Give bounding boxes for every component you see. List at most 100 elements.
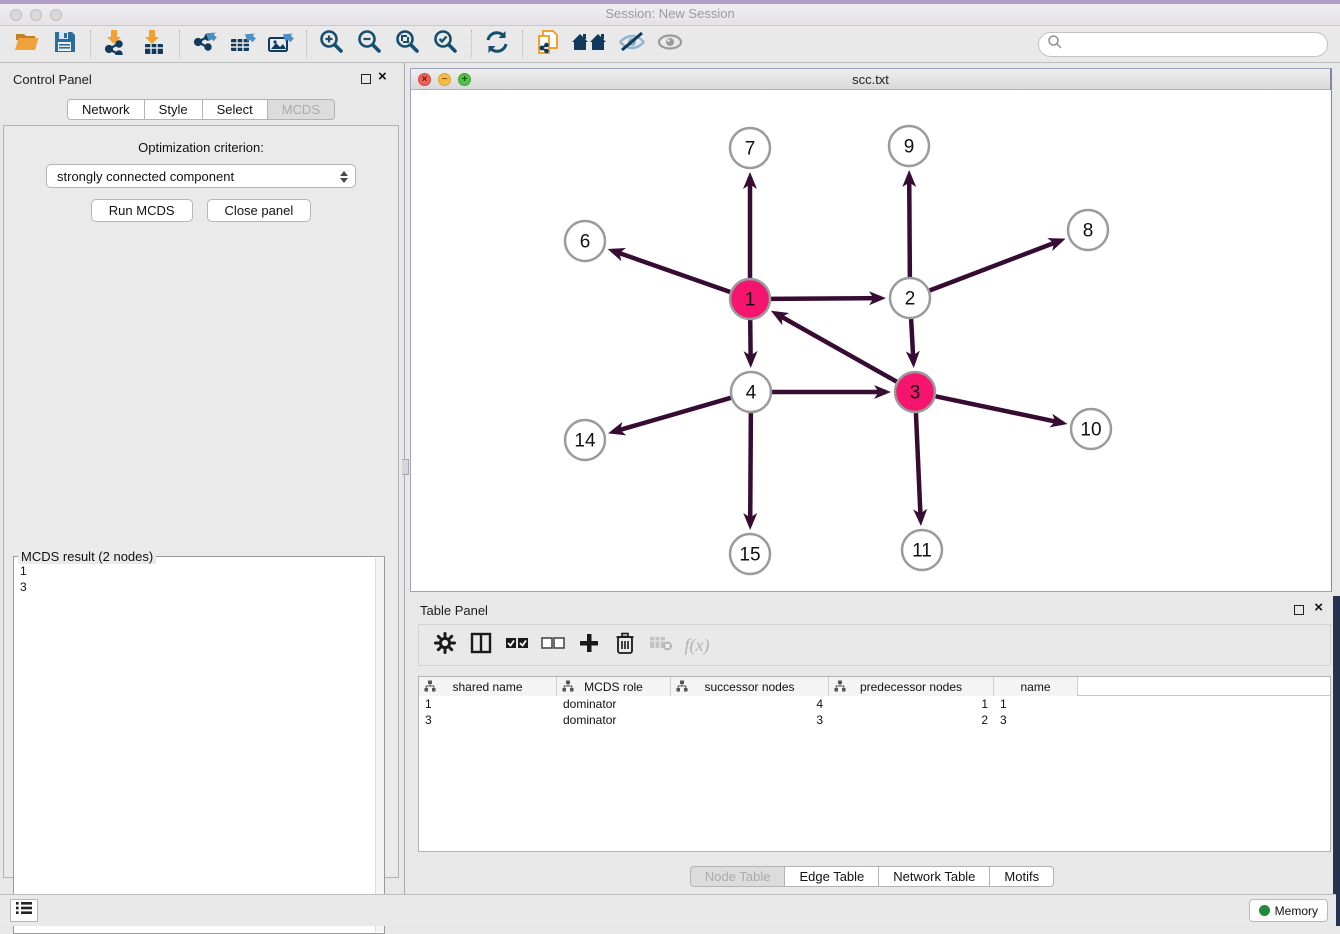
- graph-edge-2-8[interactable]: [930, 240, 1061, 290]
- cell-successor-nodes[interactable]: 4: [671, 696, 829, 712]
- stepper-icon: [337, 168, 350, 185]
- open-session-button[interactable]: [8, 28, 46, 60]
- graph-edge-1-6[interactable]: [612, 251, 730, 292]
- cell-mcds-role[interactable]: dominator: [557, 712, 671, 728]
- search-input[interactable]: [1063, 34, 1327, 54]
- home-button[interactable]: [567, 28, 613, 60]
- zoom-fit-button[interactable]: [389, 28, 427, 60]
- table-row[interactable]: 1 dominator 4 1 1: [419, 696, 1330, 712]
- tab-style[interactable]: Style: [145, 99, 203, 120]
- session-title: Session: New Session: [0, 6, 1340, 21]
- delete-column-button[interactable]: [607, 628, 643, 662]
- run-mcds-button[interactable]: Run MCDS: [91, 199, 193, 222]
- float-panel-icon[interactable]: [361, 74, 371, 84]
- tab-network-table[interactable]: Network Table: [879, 866, 990, 887]
- delete-table-icon: [649, 634, 673, 657]
- cell-mcds-role[interactable]: dominator: [557, 696, 671, 712]
- column-header-name[interactable]: name: [994, 677, 1078, 696]
- import-table-button[interactable]: [135, 28, 173, 60]
- graph-edge-3-11[interactable]: [916, 413, 921, 521]
- cell-successor-nodes[interactable]: 3: [671, 712, 829, 728]
- list-icon: [15, 901, 33, 920]
- network-window: × − + scc.txt 7968124314101511: [410, 68, 1332, 592]
- task-history-button[interactable]: [10, 899, 38, 922]
- control-panel: Control Panel × Network Style Select MCD…: [0, 63, 402, 894]
- select-all-button[interactable]: [499, 628, 535, 662]
- memory-label: Memory: [1275, 904, 1318, 918]
- hierarchy-icon: [424, 680, 436, 695]
- cell-shared-name[interactable]: 1: [419, 696, 557, 712]
- close-panel-icon[interactable]: ×: [378, 68, 387, 85]
- tab-edge-table[interactable]: Edge Table: [785, 866, 879, 887]
- graph-edge-2-3[interactable]: [911, 319, 913, 363]
- column-header-shared-name[interactable]: shared name: [419, 677, 557, 696]
- optimization-criterion-label: Optimization criterion:: [4, 140, 398, 155]
- panel-divider[interactable]: [404, 63, 405, 894]
- cell-shared-name[interactable]: 3: [419, 712, 557, 728]
- node-table[interactable]: shared name MCDS role successor nodes pr…: [418, 676, 1331, 852]
- search-box[interactable]: [1038, 32, 1328, 57]
- deselect-all-button[interactable]: [535, 628, 571, 662]
- table-panel-title: Table Panel: [420, 603, 488, 618]
- import-network-button[interactable]: [97, 28, 135, 60]
- toolbar-separator: [522, 30, 523, 58]
- mcds-result-list[interactable]: 1 3: [14, 561, 374, 933]
- criterion-select[interactable]: strongly connected component: [46, 164, 356, 188]
- memory-button[interactable]: Memory: [1249, 899, 1328, 922]
- graph-node-label-1: 1: [745, 290, 756, 311]
- table-panel: Table Panel ×: [410, 596, 1334, 894]
- column-header-predecessor-nodes[interactable]: predecessor nodes: [829, 677, 994, 696]
- cell-name[interactable]: 3: [994, 712, 1078, 728]
- tab-network[interactable]: Network: [67, 99, 145, 120]
- close-table-panel-icon[interactable]: ×: [1314, 599, 1323, 616]
- hide-selected-button[interactable]: [613, 28, 651, 60]
- tab-mcds[interactable]: MCDS: [268, 99, 335, 120]
- graph-edge-3-1[interactable]: [775, 313, 896, 381]
- table-settings-button[interactable]: [427, 628, 463, 662]
- function-builder-button[interactable]: f(x): [679, 628, 715, 662]
- zoom-in-button[interactable]: [313, 28, 351, 60]
- plus-icon: [579, 633, 599, 658]
- refresh-layout-button[interactable]: [478, 28, 516, 60]
- graph-node-label-14: 14: [574, 431, 596, 452]
- delete-table-button[interactable]: [643, 628, 679, 662]
- float-table-panel-icon[interactable]: [1294, 605, 1304, 615]
- tab-motifs[interactable]: Motifs: [990, 866, 1054, 887]
- zoom-out-button[interactable]: [351, 28, 389, 60]
- graph-edge-4-15[interactable]: [750, 413, 751, 525]
- column-header-mcds-role[interactable]: MCDS role: [557, 677, 671, 696]
- tab-node-table[interactable]: Node Table: [690, 866, 786, 887]
- export-image-button[interactable]: [262, 28, 300, 60]
- graph-edge-1-2[interactable]: [771, 298, 881, 299]
- tab-select[interactable]: Select: [203, 99, 268, 120]
- checked-boxes-icon: [505, 636, 529, 655]
- graph-node-label-8: 8: [1083, 221, 1094, 242]
- graph-node-label-7: 7: [745, 139, 756, 160]
- fx-icon: f(x): [685, 635, 710, 656]
- table-row[interactable]: 3 dominator 3 2 3: [419, 712, 1330, 728]
- show-columns-button[interactable]: [463, 628, 499, 662]
- desktop-wallpaper-edge: [1333, 596, 1340, 894]
- cell-predecessor-nodes[interactable]: 1: [829, 696, 994, 712]
- graph-edge-4-14[interactable]: [613, 398, 731, 432]
- memory-status-icon: [1259, 905, 1270, 916]
- status-bar: Memory: [0, 894, 1340, 926]
- network-window-titlebar[interactable]: × − + scc.txt: [411, 69, 1330, 90]
- zoom-selected-button[interactable]: [427, 28, 465, 60]
- graph-node-label-4: 4: [746, 383, 757, 404]
- export-table-button[interactable]: [224, 28, 262, 60]
- create-column-button[interactable]: [571, 628, 607, 662]
- close-panel-button[interactable]: Close panel: [207, 199, 312, 222]
- mcds-result-scrollbar[interactable]: [375, 558, 384, 932]
- cell-predecessor-nodes[interactable]: 2: [829, 712, 994, 728]
- copy-style-button[interactable]: [529, 28, 567, 60]
- column-header-successor-nodes[interactable]: successor nodes: [671, 677, 829, 696]
- cell-name[interactable]: 1: [994, 696, 1078, 712]
- graph-edge-3-10[interactable]: [936, 396, 1063, 423]
- graph-edge-2-9[interactable]: [909, 175, 910, 277]
- show-all-button[interactable]: [651, 28, 689, 60]
- network-canvas[interactable]: 7968124314101511: [411, 90, 1331, 591]
- network-graph[interactable]: 7968124314101511: [411, 90, 1331, 591]
- export-network-button[interactable]: [186, 28, 224, 60]
- save-session-button[interactable]: [46, 28, 84, 60]
